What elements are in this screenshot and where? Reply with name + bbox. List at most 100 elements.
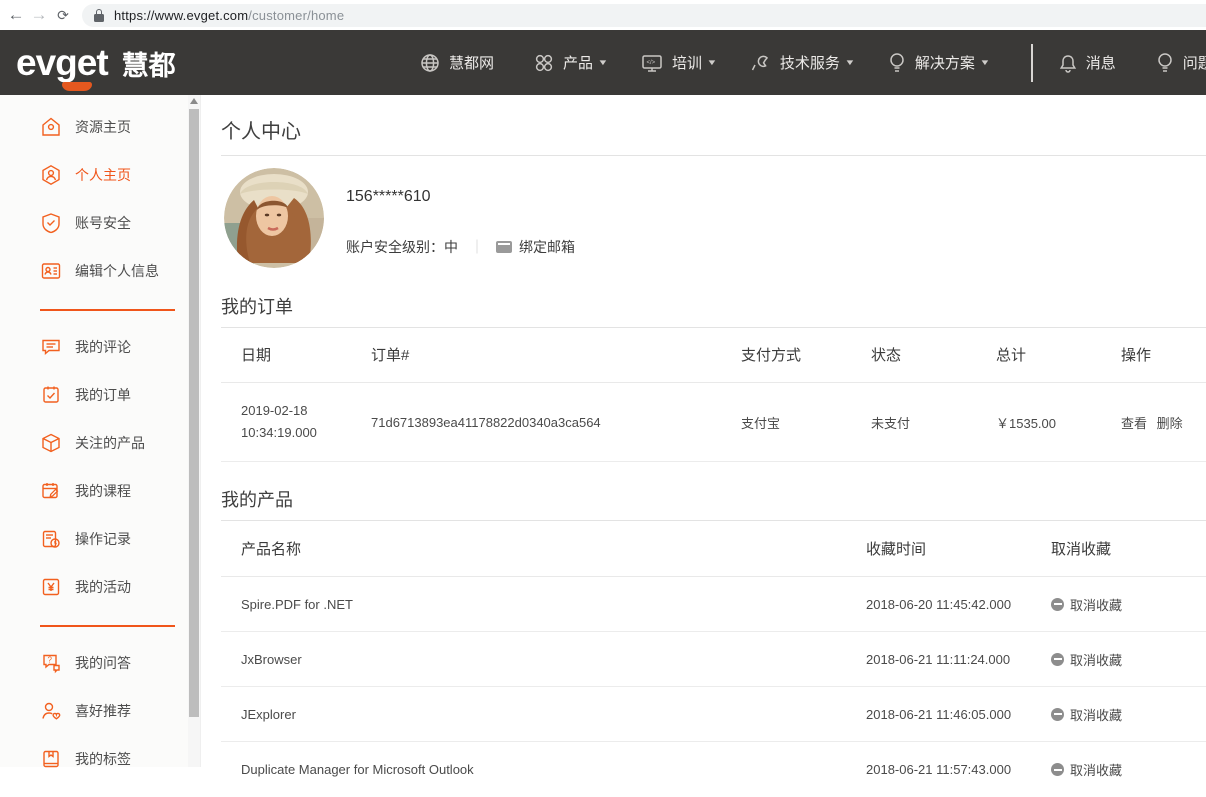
product-row: Spire.PDF for .NET 2018-06-20 11:45:42.0…	[221, 577, 1206, 632]
wrench-icon	[750, 53, 771, 73]
order-actions: 查看 删除	[1101, 413, 1206, 432]
product-name[interactable]: JExplorer	[221, 707, 846, 722]
product-name[interactable]: JxBrowser	[221, 652, 846, 667]
browser-back-button[interactable]: ←	[0, 2, 26, 28]
logo-smile-accent	[62, 82, 92, 91]
product-row: Duplicate Manager for Microsoft Outlook …	[221, 742, 1206, 797]
sidebar-item-followed-products[interactable]: 关注的产品	[0, 419, 200, 467]
scrollbar-thumb[interactable]	[189, 109, 199, 717]
sidebar-item-operation-log[interactable]: 操作记录	[0, 515, 200, 563]
sidebar-item-my-activities[interactable]: 我的活动	[0, 563, 200, 611]
minus-circle-icon	[1051, 708, 1064, 721]
calendar-edit-icon	[40, 480, 62, 502]
column-header-unfavorite: 取消收藏	[1031, 538, 1206, 559]
address-bar[interactable]: https://www.evget.com/customer/home	[82, 4, 1206, 27]
activity-yen-icon	[40, 576, 62, 598]
nav-products[interactable]: 产品 ▼	[534, 52, 607, 73]
sidebar-item-my-courses[interactable]: 我的课程	[0, 467, 200, 515]
order-payment: 支付宝	[721, 413, 851, 432]
orders-table-header: 日期 订单# 支付方式 状态 总计 操作	[221, 327, 1206, 383]
separator: ｜	[470, 237, 484, 257]
favorite-time: 2018-06-21 11:57:43.000	[846, 762, 1031, 777]
site-header: evget 慧都 慧都网 产品 ▼	[0, 30, 1206, 95]
lock-icon	[94, 9, 104, 22]
view-order-link[interactable]: 查看	[1121, 416, 1147, 431]
browser-forward-button[interactable]: →	[26, 2, 52, 28]
person-heart-icon	[40, 700, 62, 722]
column-header-status: 状态	[851, 344, 976, 365]
sidebar-item-my-comments[interactable]: 我的评论	[0, 323, 200, 371]
logo-text: evget	[16, 42, 108, 84]
mail-icon	[496, 241, 512, 253]
nav-divider	[1031, 44, 1033, 82]
favorite-time: 2018-06-21 11:11:24.000	[846, 652, 1031, 667]
bulb-icon	[1156, 52, 1174, 74]
security-row: 账户安全级别：中 ｜ 绑定邮箱	[346, 237, 575, 257]
nav-questions[interactable]: 问题 ▼	[1156, 52, 1206, 74]
shield-check-icon	[40, 212, 62, 234]
nav-tech-service[interactable]: 技术服务 ▼	[750, 52, 854, 73]
column-header-actions: 操作	[1101, 344, 1206, 365]
browser-reload-button[interactable]: ⟳	[52, 2, 78, 28]
sidebar-item-my-orders[interactable]: 我的订单	[0, 371, 200, 419]
svg-text:?: ?	[48, 656, 53, 665]
nav-solutions[interactable]: 解决方案 ▼	[888, 52, 989, 74]
forward-arrow-icon: →	[31, 5, 48, 25]
minus-circle-icon	[1051, 653, 1064, 666]
order-date: 2019-02-18 10:34:19.000	[221, 400, 351, 444]
sidebar-item-personal-home[interactable]: 个人主页	[0, 151, 200, 199]
username: 156*****610	[346, 188, 431, 206]
sidebar-divider	[40, 309, 175, 311]
sidebar-item-recommendations[interactable]: 喜好推荐	[0, 687, 200, 735]
minus-circle-icon	[1051, 598, 1064, 611]
unfavorite-link[interactable]: 取消收藏	[1031, 650, 1206, 669]
evget-logo[interactable]: evget 慧都	[16, 42, 176, 84]
globe-icon	[420, 53, 440, 73]
product-name[interactable]: Spire.PDF for .NET	[221, 597, 846, 612]
column-header-date: 日期	[221, 344, 351, 365]
bind-email-link[interactable]: 绑定邮箱	[519, 237, 575, 257]
order-row: 2019-02-18 10:34:19.000 71d6713893ea4117…	[221, 383, 1206, 462]
nav-messages[interactable]: 消息	[1059, 52, 1122, 73]
main-content: 个人中心 156*****610 账户安全级别：中	[200, 95, 1206, 767]
user-hexagon-icon	[40, 164, 62, 186]
bulb-icon	[888, 52, 906, 74]
svg-text:</>: </>	[646, 60, 655, 66]
unfavorite-link[interactable]: 取消收藏	[1031, 760, 1206, 779]
column-header-favorite-time: 收藏时间	[846, 538, 1031, 559]
order-status: 未支付	[851, 413, 976, 432]
delete-order-link[interactable]: 删除	[1157, 416, 1183, 431]
product-row: JExplorer 2018-06-21 11:46:05.000 取消收藏	[221, 687, 1206, 742]
product-name[interactable]: Duplicate Manager for Microsoft Outlook	[221, 762, 846, 777]
sidebar-divider	[40, 625, 175, 627]
sidebar-item-my-qa[interactable]: ? 我的问答	[0, 639, 200, 687]
product-row: JxBrowser 2018-06-21 11:11:24.000 取消收藏	[221, 632, 1206, 687]
back-arrow-icon: ←	[8, 5, 25, 25]
cube-icon	[40, 432, 62, 454]
column-header-payment: 支付方式	[721, 344, 851, 365]
orders-section-title: 我的订单	[221, 293, 293, 319]
sidebar-item-account-security[interactable]: 账号安全	[0, 199, 200, 247]
column-header-product-name: 产品名称	[221, 538, 846, 559]
top-navigation: 慧都网 产品 ▼ </> 培训 ▼	[420, 30, 1206, 95]
avatar[interactable]	[224, 168, 324, 268]
comment-icon	[40, 336, 62, 358]
products-table-header: 产品名称 收藏时间 取消收藏	[221, 520, 1206, 577]
sidebar-item-resource-home[interactable]: 资源主页	[0, 103, 200, 151]
scrollbar-up-arrow-icon[interactable]	[190, 98, 198, 104]
unfavorite-link[interactable]: 取消收藏	[1031, 595, 1206, 614]
unfavorite-link[interactable]: 取消收藏	[1031, 705, 1206, 724]
sidebar-item-my-tags[interactable]: 我的标签	[0, 735, 200, 783]
grid-icon	[534, 53, 554, 73]
nav-huidu-site[interactable]: 慧都网	[420, 52, 500, 73]
sidebar-scrollbar[interactable]	[188, 95, 200, 767]
qa-bubble-icon: ?	[40, 652, 62, 674]
order-check-icon	[40, 384, 62, 406]
monitor-icon: </>	[641, 53, 663, 73]
nav-training[interactable]: </> 培训 ▼	[641, 52, 716, 73]
column-header-order-no: 订单#	[351, 344, 721, 365]
favorite-time: 2018-06-21 11:46:05.000	[846, 707, 1031, 722]
order-number: 71d6713893ea41178822d0340a3ca564	[351, 415, 721, 430]
bell-icon	[1059, 53, 1077, 73]
sidebar-item-edit-profile[interactable]: 编辑个人信息	[0, 247, 200, 295]
